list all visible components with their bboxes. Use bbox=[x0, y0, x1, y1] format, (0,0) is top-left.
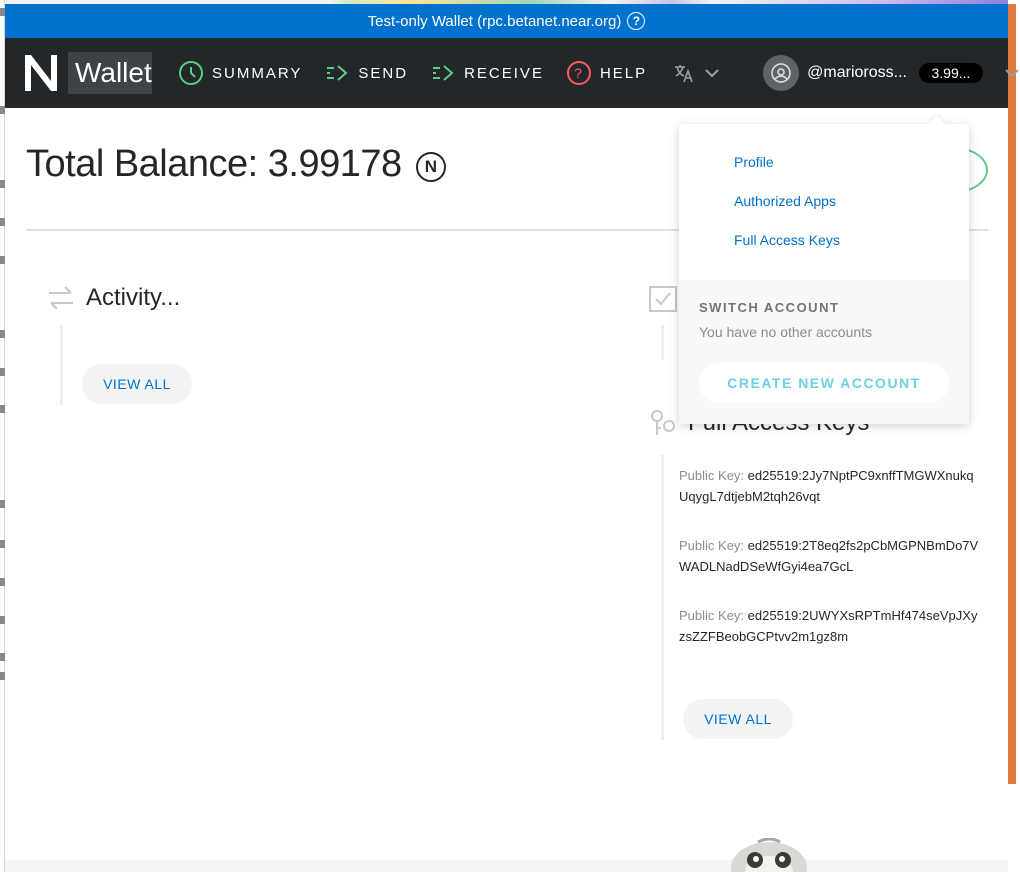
wallet-logo[interactable]: Wallet bbox=[19, 51, 152, 95]
account-balance-badge: 3.99... bbox=[918, 63, 983, 83]
full-access-keys-link[interactable]: Full Access Keys bbox=[734, 232, 840, 248]
public-key-label: Public Key: bbox=[679, 608, 745, 623]
mascot-icon bbox=[731, 838, 807, 872]
create-new-account-button[interactable]: CREATE NEW ACCOUNT bbox=[699, 363, 949, 403]
public-key-item: Public Key: ed25519:2T8eq2fs2pCbMGPNBmDo… bbox=[679, 535, 979, 577]
nav-send[interactable]: SEND bbox=[324, 38, 408, 108]
activity-title: Activity... bbox=[86, 284, 181, 311]
logo-text: Wallet bbox=[68, 52, 152, 94]
keys-timeline bbox=[661, 455, 664, 740]
chevron-down-icon bbox=[1005, 69, 1019, 78]
clock-icon bbox=[179, 61, 203, 85]
receive-icon bbox=[433, 65, 454, 81]
account-dropdown: Profile Authorized Apps Full Access Keys… bbox=[679, 115, 969, 424]
banner-text: Test-only Wallet (rpc.betanet.near.org) bbox=[367, 12, 622, 30]
transfer-arrows-icon bbox=[49, 286, 73, 310]
chevron-down-icon bbox=[705, 69, 719, 78]
profile-link[interactable]: Profile bbox=[734, 154, 774, 170]
help-icon[interactable]: ? bbox=[627, 12, 646, 30]
total-balance: Total Balance: 3.99178 N bbox=[26, 143, 446, 186]
keys-view-all-button[interactable]: VIEW ALL bbox=[683, 699, 793, 739]
authorized-apps-link[interactable]: Authorized Apps bbox=[734, 193, 836, 209]
nav-receive[interactable]: RECEIVE bbox=[430, 38, 544, 108]
avatar bbox=[763, 55, 800, 91]
total-balance-text: Total Balance: 3.99178 bbox=[26, 143, 402, 185]
user-icon bbox=[771, 63, 791, 83]
account-menu-toggle[interactable]: @marioross... 3.99... bbox=[763, 55, 1019, 91]
switch-account-title: SWITCH ACCOUNT bbox=[699, 300, 840, 315]
translate-icon bbox=[675, 65, 693, 83]
public-key-item: Public Key: ed25519:2Jy7NptPC9xnffTMGWXn… bbox=[679, 465, 979, 507]
key-icon bbox=[651, 410, 675, 435]
send-icon bbox=[327, 65, 348, 81]
dropdown-caret bbox=[928, 115, 946, 133]
test-wallet-banner: Test-only Wallet (rpc.betanet.near.org) … bbox=[5, 4, 1008, 38]
nav-help-label: HELP bbox=[599, 64, 648, 82]
public-key-label: Public Key: bbox=[679, 538, 745, 553]
footer bbox=[5, 860, 1008, 872]
account-name: @marioross... bbox=[807, 64, 907, 81]
nav-summary-label: SUMMARY bbox=[212, 64, 303, 82]
activity-timeline bbox=[60, 325, 63, 405]
nav-summary[interactable]: SUMMARY bbox=[178, 38, 302, 108]
nav-receive-label: RECEIVE bbox=[464, 64, 544, 82]
svg-text:?: ? bbox=[574, 65, 584, 81]
near-symbol-icon: N bbox=[415, 151, 446, 182]
public-key-label: Public Key: bbox=[679, 468, 745, 483]
language-selector[interactable] bbox=[673, 62, 719, 84]
activity-heading: Activity... bbox=[46, 283, 180, 313]
top-navigation: Wallet SUMMARY SEND RECEIVE ? HELP @mari… bbox=[5, 38, 1019, 108]
public-key-item: Public Key: ed25519:2UWYXsRPTmHf474seVpJ… bbox=[679, 605, 979, 647]
switch-account-subtitle: You have no other accounts bbox=[699, 324, 873, 340]
switch-account-section: SWITCH ACCOUNT You have no other account… bbox=[679, 280, 969, 424]
near-logo-icon bbox=[25, 55, 57, 91]
activity-view-all-button[interactable]: VIEW ALL bbox=[82, 364, 192, 404]
help-icon: ? bbox=[566, 61, 591, 85]
nav-send-label: SEND bbox=[358, 64, 409, 82]
section-timeline bbox=[661, 325, 664, 360]
checkbox-icon bbox=[649, 286, 677, 312]
nav-help[interactable]: ? HELP bbox=[566, 38, 647, 108]
underlying-scrollbar bbox=[1008, 0, 1020, 872]
underlying-page-edge bbox=[0, 0, 5, 872]
